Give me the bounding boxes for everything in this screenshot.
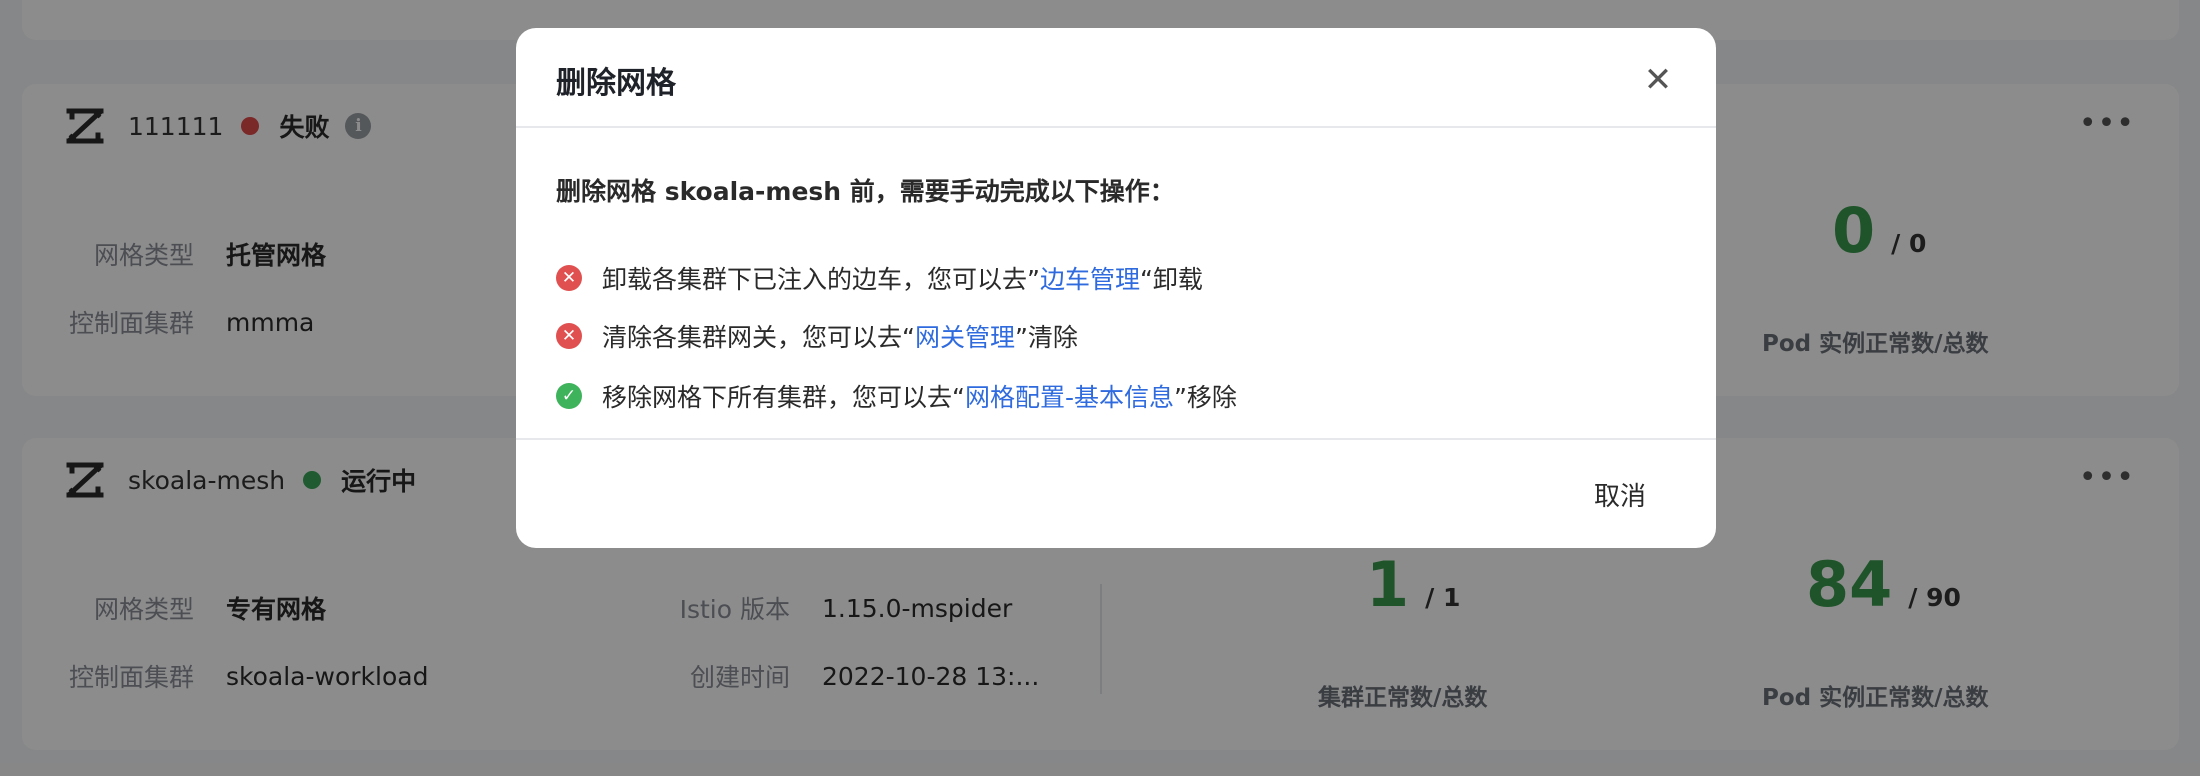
check-circle-icon: ✓ <box>556 383 582 409</box>
error-circle-icon: ✕ <box>556 265 582 291</box>
gateway-management-link[interactable]: 网关管理 <box>915 318 1015 354</box>
cancel-button[interactable]: 取消 <box>1594 476 1646 513</box>
mesh-config-basic-info-link[interactable]: 网格配置-基本信息 <box>965 378 1174 414</box>
step-item: ✕ 清除各集群网关，您可以去“ 网关管理 ”清除 <box>556 318 1078 354</box>
step-text-post: ”移除 <box>1173 383 1237 412</box>
delete-mesh-dialog: 删除网格 ✕ 删除网格 skoala-mesh 前，需要手动完成以下操作： ✕ … <box>516 28 1716 548</box>
step-text-pre: 清除各集群网关，您可以去“ <box>602 323 915 352</box>
dialog-intro: 删除网格 skoala-mesh 前，需要手动完成以下操作： <box>556 177 1175 206</box>
divider <box>516 126 1716 128</box>
step-text-pre: 卸载各集群下已注入的边车，您可以去” <box>602 265 1040 294</box>
sidecar-management-link[interactable]: 边车管理 <box>1040 260 1140 296</box>
divider <box>516 438 1716 440</box>
dialog-title: 删除网格 <box>556 66 676 101</box>
step-text-post: ”清除 <box>1014 323 1078 352</box>
close-icon[interactable]: ✕ <box>1640 62 1676 98</box>
step-item: ✓ 移除网格下所有集群，您可以去“ 网格配置-基本信息 ”移除 <box>556 378 1237 414</box>
step-item: ✕ 卸载各集群下已注入的边车，您可以去” 边车管理 “卸载 <box>556 260 1203 296</box>
step-text-post: “卸载 <box>1139 265 1203 294</box>
step-text-pre: 移除网格下所有集群，您可以去“ <box>602 383 965 412</box>
error-circle-icon: ✕ <box>556 323 582 349</box>
